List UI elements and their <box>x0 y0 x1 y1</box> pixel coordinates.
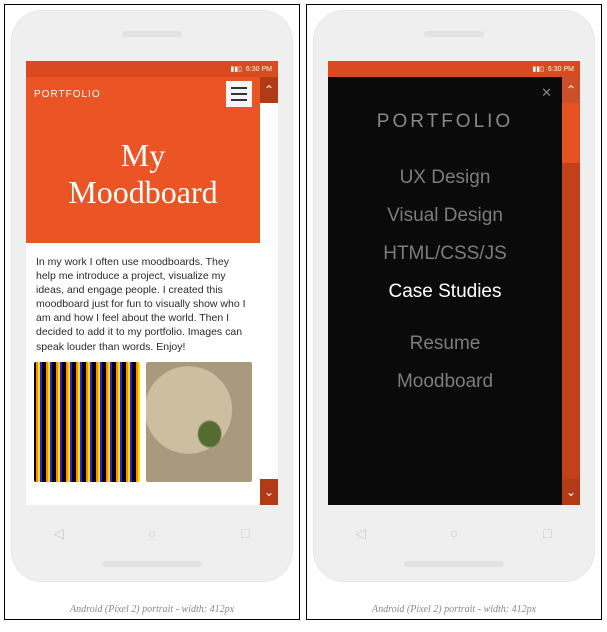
phone-homebar <box>102 561 202 567</box>
nav-menu-overlay: ✕ PORTFOLIO UX Design Visual Design HTML… <box>328 77 562 505</box>
moodboard-image-1[interactable] <box>34 362 140 482</box>
phone-frame: ▮▮▯ 6:30 PM ⌃ PORTFOLIO My Moodboard <box>12 11 292 581</box>
status-time: 6:30 PM <box>548 66 574 73</box>
hamburger-menu-button[interactable] <box>226 81 252 107</box>
scroll-down-button[interactable]: ⌄ <box>260 479 278 505</box>
scroll-up-button[interactable]: ⌃ <box>562 77 580 103</box>
hero-section: My Moodboard <box>26 111 260 243</box>
phone-speaker <box>122 31 182 37</box>
android-navbar: ◁ ○ □ <box>314 525 594 541</box>
status-time: 6:30 PM <box>246 66 272 73</box>
app-header: PORTFOLIO <box>26 77 260 111</box>
nav-recent-button[interactable]: □ <box>539 525 555 541</box>
hero-title-line2: Moodboard <box>68 174 217 210</box>
android-statusbar: ▮▮▯ 6:30 PM <box>26 61 278 77</box>
close-menu-button[interactable]: ✕ <box>541 85 552 101</box>
nav-home-button[interactable]: ○ <box>446 525 462 541</box>
device-caption: Android (Pixel 2) portrait - width: 412p… <box>5 604 299 615</box>
menu-item-case-studies[interactable]: Case Studies <box>388 281 501 303</box>
android-navbar: ◁ ○ □ <box>12 525 292 541</box>
brand-label: PORTFOLIO <box>34 89 101 100</box>
phone-frame: ▮▮▯ 6:30 PM ⌃ ✕ PORTFOLIO UX Design Visu… <box>314 11 594 581</box>
mockup-left: ▮▮▯ 6:30 PM ⌃ PORTFOLIO My Moodboard <box>4 4 300 620</box>
close-icon: ✕ <box>541 85 552 100</box>
status-signal-icon: ▮▮▯ <box>532 65 544 73</box>
moodboard-images <box>26 362 260 490</box>
phone-screen: ▮▮▯ 6:30 PM ⌃ PORTFOLIO My Moodboard <box>26 61 278 505</box>
menu-item-visual-design[interactable]: Visual Design <box>387 205 503 227</box>
moodboard-image-2[interactable] <box>146 362 252 482</box>
nav-back-button[interactable]: ◁ <box>51 525 67 541</box>
scroll-up-button[interactable]: ⌃ <box>260 77 278 103</box>
phone-homebar <box>404 561 504 567</box>
chevron-up-icon: ⌃ <box>264 83 274 97</box>
menu-item-resume[interactable]: Resume <box>410 333 481 355</box>
menu-item-html-css-js[interactable]: HTML/CSS/JS <box>383 243 507 265</box>
backdrop-edge-accent <box>562 103 580 163</box>
nav-recent-button[interactable]: □ <box>237 525 253 541</box>
menu-brand: PORTFOLIO <box>377 111 513 133</box>
phone-speaker <box>424 31 484 37</box>
nav-back-button[interactable]: ◁ <box>353 525 369 541</box>
scroll-down-button[interactable]: ⌄ <box>562 479 580 505</box>
chevron-down-icon: ⌄ <box>566 485 576 499</box>
menu-item-ux-design[interactable]: UX Design <box>400 167 491 189</box>
phone-screen: ▮▮▯ 6:30 PM ⌃ ✕ PORTFOLIO UX Design Visu… <box>328 61 580 505</box>
intro-paragraph: In my work I often use moodboards. They … <box>26 243 260 362</box>
chevron-down-icon: ⌄ <box>264 485 274 499</box>
menu-item-moodboard[interactable]: Moodboard <box>397 371 493 393</box>
android-statusbar: ▮▮▯ 6:30 PM <box>328 61 580 77</box>
status-signal-icon: ▮▮▯ <box>230 65 242 73</box>
mockup-right: ▮▮▯ 6:30 PM ⌃ ✕ PORTFOLIO UX Design Visu… <box>306 4 602 620</box>
device-caption: Android (Pixel 2) portrait - width: 412p… <box>307 604 601 615</box>
nav-home-button[interactable]: ○ <box>144 525 160 541</box>
hero-title-line1: My <box>121 137 165 173</box>
chevron-up-icon: ⌃ <box>566 83 576 97</box>
